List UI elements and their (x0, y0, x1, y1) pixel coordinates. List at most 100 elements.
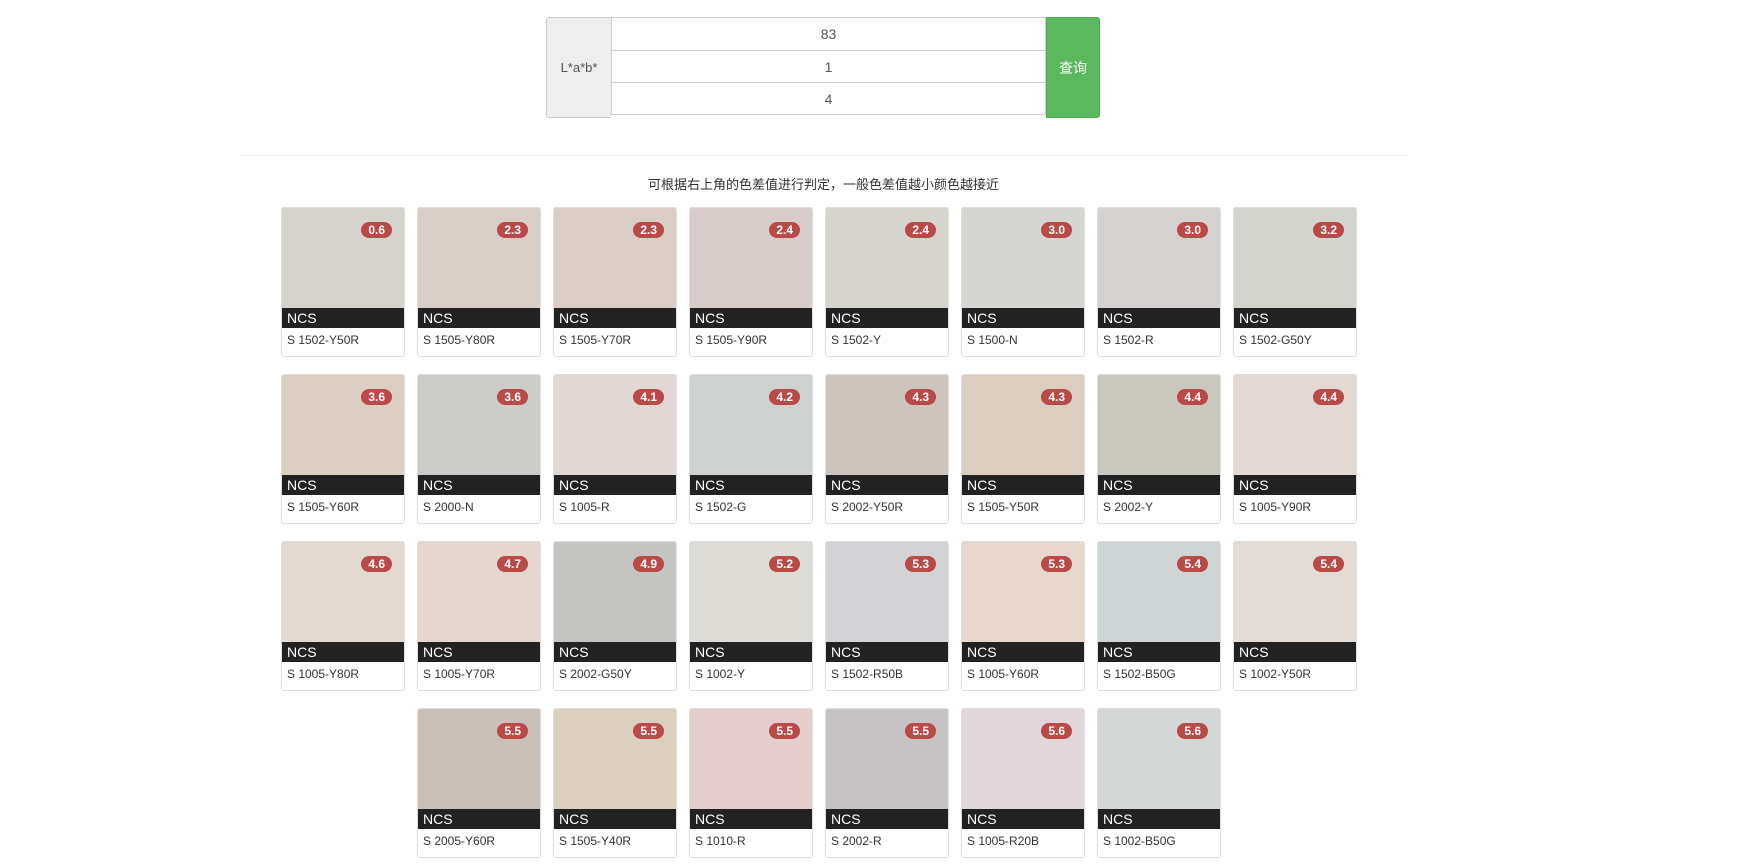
color-swatch: 3.0 (962, 208, 1084, 308)
color-swatch: 2.3 (418, 208, 540, 308)
color-diff-badge: 3.6 (361, 389, 392, 405)
color-swatch: 5.6 (962, 709, 1084, 809)
color-card[interactable]: 2.4 NCS S 1502-Y (825, 207, 949, 357)
color-code: S 2002-R (831, 834, 882, 848)
color-system-label: NCS (282, 642, 404, 662)
color-card[interactable]: 5.5 NCS S 1505-Y40R (553, 708, 677, 858)
color-code: S 1502-B50G (1103, 667, 1176, 681)
color-card[interactable]: 5.6 NCS S 1002-B50G (1097, 708, 1221, 858)
color-diff-badge: 5.5 (497, 723, 528, 739)
color-card[interactable]: 5.3 NCS S 1502-R50B (825, 541, 949, 691)
color-card[interactable]: 3.2 NCS S 1502-G50Y (1233, 207, 1357, 357)
color-system-label: NCS (690, 642, 812, 662)
color-card[interactable]: 4.9 NCS S 2002-G50Y (553, 541, 677, 691)
lab-query-form: L*a*b* 查询 (546, 17, 1100, 118)
color-code: S 1002-Y (695, 667, 746, 681)
color-diff-badge: 4.3 (1041, 389, 1072, 405)
color-swatch: 4.9 (554, 542, 676, 642)
color-card[interactable]: 5.2 NCS S 1002-Y (689, 541, 813, 691)
color-swatch: 3.2 (1234, 208, 1356, 308)
color-swatch: 5.5 (418, 709, 540, 809)
color-code: S 1500-N (967, 333, 1018, 347)
color-diff-badge: 5.5 (905, 723, 936, 739)
color-swatch: 4.2 (690, 375, 812, 475)
color-code: S 1005-Y70R (423, 667, 496, 681)
color-code: S 1502-Y50R (287, 333, 360, 347)
color-diff-badge: 3.6 (497, 389, 528, 405)
color-system-label: NCS (554, 642, 676, 662)
color-code: S 2002-Y (1103, 500, 1154, 514)
color-code: S 1005-Y80R (287, 667, 360, 681)
color-system-label: NCS (826, 642, 948, 662)
color-swatch: 2.3 (554, 208, 676, 308)
color-swatch: 5.5 (554, 709, 676, 809)
color-code: S 1505-Y40R (559, 834, 632, 848)
color-swatch: 0.6 (282, 208, 404, 308)
color-diff-badge: 5.6 (1041, 723, 1072, 739)
color-code: S 1002-B50G (1103, 834, 1176, 848)
color-card[interactable]: 4.4 NCS S 2002-Y (1097, 374, 1221, 524)
color-diff-badge: 4.4 (1313, 389, 1344, 405)
color-system-label: NCS (1234, 475, 1356, 495)
color-card[interactable]: 2.4 NCS S 1505-Y90R (689, 207, 813, 357)
color-card[interactable]: 4.3 NCS S 2002-Y50R (825, 374, 949, 524)
color-swatch: 3.6 (418, 375, 540, 475)
color-code: S 1505-Y90R (695, 333, 768, 347)
color-code: S 1005-R (559, 500, 610, 514)
color-diff-badge: 2.4 (905, 222, 936, 238)
color-diff-badge: 5.6 (1177, 723, 1208, 739)
color-diff-badge: 4.3 (905, 389, 936, 405)
l-value-input[interactable] (611, 17, 1046, 51)
color-swatch: 5.5 (826, 709, 948, 809)
color-diff-badge: 3.0 (1177, 222, 1208, 238)
color-card[interactable]: 4.7 NCS S 1005-Y70R (417, 541, 541, 691)
color-code: S 1005-Y90R (1239, 500, 1312, 514)
color-diff-badge: 5.4 (1313, 556, 1344, 572)
color-swatch: 3.6 (282, 375, 404, 475)
color-card[interactable]: 5.6 NCS S 1005-R20B (961, 708, 1085, 858)
color-swatch: 4.1 (554, 375, 676, 475)
color-card[interactable]: 4.1 NCS S 1005-R (553, 374, 677, 524)
color-card[interactable]: 2.3 NCS S 1505-Y70R (553, 207, 677, 357)
color-card[interactable]: 3.6 NCS S 2000-N (417, 374, 541, 524)
color-code: S 1505-Y80R (423, 333, 496, 347)
color-card[interactable]: 3.0 NCS S 1502-R (1097, 207, 1221, 357)
color-card[interactable]: 5.4 NCS S 1502-B50G (1097, 541, 1221, 691)
color-card[interactable]: 2.3 NCS S 1505-Y80R (417, 207, 541, 357)
hint-text: 可根据右上角的色差值进行判定，一般色差值越小颜色越接近 (647, 178, 999, 193)
color-card[interactable]: 4.6 NCS S 1005-Y80R (281, 541, 405, 691)
color-card[interactable]: 4.3 NCS S 1505-Y50R (961, 374, 1085, 524)
color-system-label: NCS (962, 308, 1084, 328)
color-code: S 1505-Y60R (287, 500, 360, 514)
color-diff-badge: 2.3 (497, 222, 528, 238)
color-system-label: NCS (418, 308, 540, 328)
color-card[interactable]: 5.5 NCS S 2002-R (825, 708, 949, 858)
color-card[interactable]: 3.0 NCS S 1500-N (961, 207, 1085, 357)
color-diff-badge: 5.4 (1177, 556, 1208, 572)
color-diff-badge: 0.6 (361, 222, 392, 238)
color-card[interactable]: 5.3 NCS S 1005-Y60R (961, 541, 1085, 691)
color-card[interactable]: 5.5 NCS S 2005-Y60R (417, 708, 541, 858)
color-card[interactable]: 4.4 NCS S 1005-Y90R (1233, 374, 1357, 524)
color-card[interactable]: 0.6 NCS S 1502-Y50R (281, 207, 405, 357)
lab-inputs (611, 17, 1046, 118)
color-diff-badge: 3.0 (1041, 222, 1072, 238)
color-diff-badge: 5.5 (769, 723, 800, 739)
color-card[interactable]: 4.2 NCS S 1502-G (689, 374, 813, 524)
color-swatch: 5.3 (962, 542, 1084, 642)
color-code: S 2002-Y50R (831, 500, 904, 514)
color-swatch: 4.4 (1098, 375, 1220, 475)
color-card[interactable]: 3.6 NCS S 1505-Y60R (281, 374, 405, 524)
color-swatch: 4.6 (282, 542, 404, 642)
b-value-input[interactable] (611, 82, 1046, 115)
color-code: S 1505-Y70R (559, 333, 632, 347)
color-system-label: NCS (690, 809, 812, 829)
color-code: S 1502-G (695, 500, 747, 514)
color-card[interactable]: 5.5 NCS S 1010-R (689, 708, 813, 858)
color-swatch: 5.4 (1098, 542, 1220, 642)
color-code: S 1010-R (695, 834, 746, 848)
color-system-label: NCS (418, 809, 540, 829)
color-card[interactable]: 5.4 NCS S 1002-Y50R (1233, 541, 1357, 691)
query-button[interactable]: 查询 (1046, 17, 1100, 118)
a-value-input[interactable] (611, 50, 1046, 83)
